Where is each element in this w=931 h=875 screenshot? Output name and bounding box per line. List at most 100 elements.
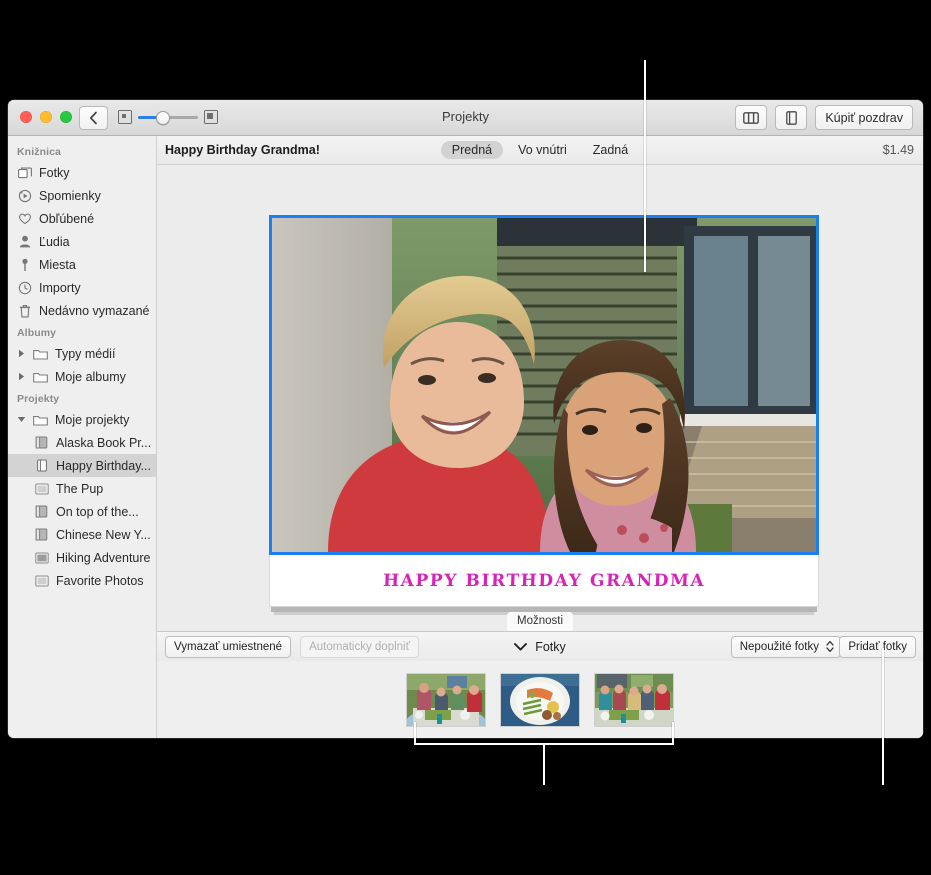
sidebar-item-label: Importy [39,280,81,295]
thumbnail-image [407,674,485,726]
photos-label: Fotky [535,639,566,654]
disclosure-triangle-collapsed-icon[interactable] [17,372,26,381]
card-side-segmented-control: Predná Vo vnútri Zadná [157,141,923,159]
sidebar-item-label: Hiking Adventure [56,550,151,565]
sidebar-item-label: Typy médií [55,346,116,361]
sidebar-section-projects-header: Projekty [17,393,60,405]
sidebar-item-moje-albumy[interactable]: Moje albumy [8,365,156,388]
sidebar-item-label: Alaska Book Pr... [56,435,152,450]
sidebar-item-miesta[interactable]: Miesta [8,253,156,276]
print-icon [34,482,49,496]
folder-icon [33,413,48,427]
sidebar-item-label: Favorite Photos [56,573,144,588]
trash-icon [17,304,32,318]
greeting-card[interactable]: HAPPY BIRTHDAY GRANDMA [269,215,819,615]
card-icon [34,459,49,473]
sidebar-item-fotky[interactable]: Fotky [8,161,156,184]
sidebar-section-albums-header: Albumy [17,327,57,339]
book-icon [34,505,49,519]
folder-icon [33,347,48,361]
disclosure-triangle-expanded-icon[interactable] [17,416,26,423]
sidebar-item-label: On top of the... [56,504,139,519]
card-greeting-area[interactable]: HAPPY BIRTHDAY GRANDMA [269,555,819,607]
sidebar-item-moje-projekty[interactable]: Moje projekty [8,408,156,431]
memories-play-icon [17,189,32,203]
sidebar-item-on-top-of-the[interactable]: On top of the... [8,500,156,523]
main-pane: Happy Birthday Grandma! Predná Vo vnútri… [157,136,923,738]
sidebar-item-oblubene[interactable]: Obľúbené [8,207,156,230]
sidebar-item-label: Happy Birthday... [56,458,151,473]
sidebar-split-icon [743,111,760,124]
photo-filter-popup[interactable]: Nepoužité fotky [730,635,841,658]
window-body: Knižnica Fotky Spomienky Obľúbené Ľudia … [8,136,923,738]
thumbnail-image [595,674,673,726]
unused-photos-tray [157,661,923,738]
sidebar-item-label: Miesta [39,257,76,272]
sidebar-item-favorite-photos[interactable]: Favorite Photos [8,569,156,592]
folder-icon [33,370,48,384]
callout-bracket-stem [543,743,545,785]
sidebar-item-label: Nedávno vymazané [39,303,150,318]
grandmother-and-granddaughter-photo [272,218,816,552]
tab-zadna[interactable]: Zadná [582,141,639,159]
sidebar-item-label: The Pup [56,481,104,496]
sidebar-item-nedavno-vymazane[interactable]: Nedávno vymazané [8,299,156,322]
project-subtoolbar: Happy Birthday Grandma! Predná Vo vnútri… [157,136,923,165]
card-price: $1.49 [882,143,914,157]
sidebar-item-happy-birthday[interactable]: Happy Birthday... [8,454,156,477]
book-icon [34,528,49,542]
sidebar-section-library-header: Knižnica [17,146,61,158]
add-photos-button[interactable]: Pridať fotky [839,635,916,658]
thumbnail-image [501,674,579,726]
thumbnail-dinner-party-1[interactable] [406,673,486,727]
folded-card-icon [785,110,797,125]
card-photo[interactable] [269,215,819,555]
window-titlebar: Projekty Kúpiť pozdrav [8,100,923,136]
callout-line-card-photo [644,60,646,272]
sidebar-item-label: Ľudia [39,234,70,249]
clock-import-icon [17,281,32,295]
sidebar-item-chinese-new-year[interactable]: Chinese New Y... [8,523,156,546]
sidebar-item-label: Chinese New Y... [56,527,151,542]
tab-predna[interactable]: Predná [440,141,504,159]
sidebar-item-label: Fotky [39,165,70,180]
photo-bottom-toolbar: Vymazať umiestnené Automaticky doplniť F… [157,631,923,661]
sidebar-item-label: Obľúbené [39,211,95,226]
screenshot-root: Projekty Kúpiť pozdrav Knižnica Fotky Sp… [0,0,931,875]
person-icon [17,235,32,249]
sidebar-item-label: Moje albumy [55,369,126,384]
sidebar-item-importy[interactable]: Importy [8,276,156,299]
photo-filter-value: Nepoužité fotky [739,640,819,653]
map-pin-icon [17,258,32,272]
split-view-button[interactable] [735,105,768,130]
card-preview-button[interactable] [775,105,808,130]
photos-app-window: Projekty Kúpiť pozdrav Knižnica Fotky Sp… [8,100,923,738]
toolbar-right-group: Kúpiť pozdrav [735,105,913,130]
chevron-down-icon[interactable] [514,642,528,651]
heart-icon [17,212,32,226]
buy-card-button[interactable]: Kúpiť pozdrav [815,105,913,130]
callout-bracket-right [672,722,674,745]
callout-bracket-left [414,722,416,745]
card-canvas: HAPPY BIRTHDAY GRANDMA Možnosti [157,165,923,631]
print-icon [34,574,49,588]
sidebar-item-spomienky[interactable]: Spomienky [8,184,156,207]
sidebar-item-label: Spomienky [39,188,101,203]
book-icon [34,436,49,450]
tab-vo-vnutri[interactable]: Vo vnútri [507,141,578,159]
thumbnail-plated-salmon[interactable] [500,673,580,727]
disclosure-triangle-collapsed-icon[interactable] [17,349,26,358]
sidebar-item-alaska-book[interactable]: Alaska Book Pr... [8,431,156,454]
sidebar-item-the-pup[interactable]: The Pup [8,477,156,500]
thumbnail-dinner-party-2[interactable] [594,673,674,727]
sidebar: Knižnica Fotky Spomienky Obľúbené Ľudia … [8,136,157,738]
callout-line-add-photos [882,648,884,785]
sidebar-item-ludia[interactable]: Ľudia [8,230,156,253]
sidebar-item-typy-medii[interactable]: Typy médií [8,342,156,365]
sidebar-item-label: Moje projekty [55,412,130,427]
slideshow-icon [34,551,49,565]
options-tab-container: Možnosti [157,612,923,631]
card-greeting-text: HAPPY BIRTHDAY GRANDMA [382,570,706,591]
options-tab[interactable]: Možnosti [506,612,574,631]
sidebar-item-hiking-adventure[interactable]: Hiking Adventure [8,546,156,569]
